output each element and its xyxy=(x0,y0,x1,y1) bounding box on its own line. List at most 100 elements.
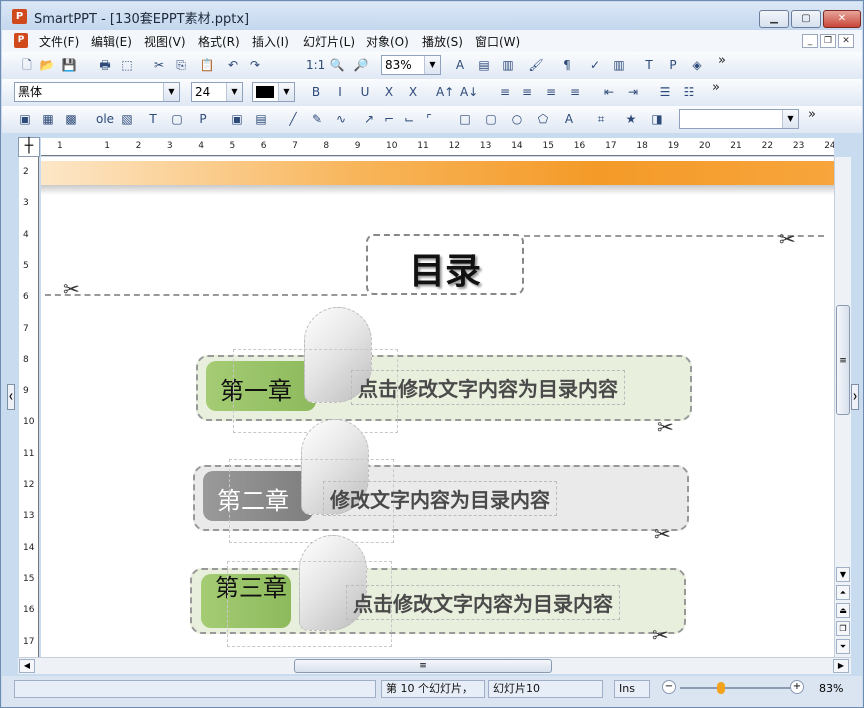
horizontal-ruler[interactable]: 1123456789101112131415161718192021222324… xyxy=(41,138,834,156)
zoom-icon[interactable]: 🔍 xyxy=(328,56,346,74)
first-slide-button[interactable]: ⏶ xyxy=(836,585,850,600)
select-all-icon[interactable]: ▣ xyxy=(228,110,246,128)
align-objects-icon[interactable]: ▤ xyxy=(252,110,270,128)
frame-icon[interactable]: ▣ xyxy=(16,110,34,128)
indent-icon[interactable]: ⇥ xyxy=(624,83,642,101)
line-icon[interactable]: ╱ xyxy=(284,110,302,128)
font-size-combo[interactable]: 24 ▼ xyxy=(191,82,243,102)
picture-icon[interactable]: P xyxy=(664,56,682,74)
document-icon[interactable]: P xyxy=(14,33,28,48)
close-button[interactable]: ✕ xyxy=(823,10,861,28)
ole-icon[interactable]: ole xyxy=(96,110,114,128)
table-icon[interactable]: ▦ xyxy=(39,110,57,128)
zoom-slider[interactable] xyxy=(680,687,792,689)
rectangle-icon[interactable]: □ xyxy=(456,110,474,128)
toolbar-overflow-icon[interactable]: » xyxy=(718,53,726,68)
format-painter-icon[interactable]: 🖌 xyxy=(527,56,545,74)
next-slide-button[interactable]: ⏷ xyxy=(836,639,850,654)
clear-format-icon[interactable]: X xyxy=(404,83,422,101)
scroll-down-button[interactable]: ▼ xyxy=(836,567,850,582)
chevron-down-icon[interactable]: ▼ xyxy=(278,83,294,101)
increase-font-icon[interactable]: A↑ xyxy=(436,83,454,101)
insert-mode-status[interactable]: Ins xyxy=(614,680,650,698)
chart-icon[interactable]: ▥ xyxy=(610,56,628,74)
chevron-down-icon[interactable]: ▼ xyxy=(782,110,798,128)
text-box-icon[interactable]: T xyxy=(640,56,658,74)
italic-icon[interactable]: I xyxy=(331,83,349,101)
previous-slide-button[interactable]: ⏏ xyxy=(836,603,850,618)
strikethrough-icon[interactable]: X xyxy=(380,83,398,101)
slide-restore-button[interactable]: ❐ xyxy=(836,621,850,636)
font-color-picker[interactable]: ▼ xyxy=(252,82,295,102)
slide-title[interactable]: 目录 xyxy=(368,242,522,294)
wordart-icon[interactable]: A xyxy=(560,110,578,128)
slide-layout-icon[interactable]: ▥ xyxy=(499,56,517,74)
slide-canvas[interactable]: ✂ ✂ 目录 第一章 点击修改文字内容为目录内容 ✂ 第二章 修改文字内容为目录… xyxy=(41,157,834,657)
star-icon[interactable]: ★ xyxy=(622,110,640,128)
scroll-left-button[interactable]: ◀ xyxy=(19,659,35,673)
spellcheck-icon[interactable]: ✓ xyxy=(586,56,604,74)
connector2-icon[interactable]: ⌙ xyxy=(400,110,418,128)
menu-file[interactable]: 文件(F) xyxy=(39,33,79,50)
actual-size-icon[interactable]: 1:1 xyxy=(306,56,325,74)
ellipse-icon[interactable]: ○ xyxy=(508,110,526,128)
layers-icon[interactable]: ◈ xyxy=(688,56,706,74)
menu-edit[interactable]: 编辑(E) xyxy=(91,33,132,50)
crop-icon[interactable]: ⌗ xyxy=(592,110,610,128)
justify-icon[interactable]: ≡ xyxy=(566,83,584,101)
toc-text-3[interactable]: 点击修改文字内容为目录内容 xyxy=(346,585,620,620)
paragraph-mark-icon[interactable]: ¶ xyxy=(558,56,576,74)
horizontal-scroll-thumb[interactable]: ≡ xyxy=(294,659,552,673)
pdf-icon[interactable]: ⬚ xyxy=(118,56,136,74)
toc-text-2[interactable]: 修改文字内容为目录内容 xyxy=(323,481,557,516)
copy-icon[interactable]: ⎘ xyxy=(172,56,190,74)
menu-window[interactable]: 窗口(W) xyxy=(475,33,520,50)
minimize-button[interactable]: ▁ xyxy=(759,10,789,28)
toolbar-overflow-icon[interactable]: » xyxy=(712,80,720,95)
chevron-down-icon[interactable]: ▼ xyxy=(163,83,179,101)
bullets-icon[interactable]: ☰ xyxy=(656,83,674,101)
title-frame[interactable]: 目录 xyxy=(366,234,524,295)
horizontal-scrollbar[interactable]: ◀ ≡ ▶ xyxy=(18,657,851,674)
style-combo[interactable]: ▼ xyxy=(679,109,799,129)
open-icon[interactable]: 📂 xyxy=(38,56,56,74)
numbering-icon[interactable]: ☷ xyxy=(680,83,698,101)
menu-view[interactable]: 视图(V) xyxy=(144,33,186,50)
cut-icon[interactable]: ✂ xyxy=(150,56,168,74)
font-name-combo[interactable]: 黑体 ▼ xyxy=(14,82,180,102)
zoom-combo[interactable]: 83% ▼ xyxy=(381,55,441,75)
font-color-icon[interactable]: A xyxy=(451,56,469,74)
arrow-icon[interactable]: ↗ xyxy=(360,110,378,128)
underline-icon[interactable]: U xyxy=(356,83,374,101)
menu-format[interactable]: 格式(R) xyxy=(198,33,240,50)
picture-frame-icon[interactable]: P xyxy=(194,110,212,128)
menu-play[interactable]: 播放(S) xyxy=(422,33,463,50)
undo-icon[interactable]: ↶ xyxy=(224,56,242,74)
scroll-right-button[interactable]: ▶ xyxy=(833,659,849,673)
pen-icon[interactable]: ✎ xyxy=(308,110,326,128)
zoom-slider-thumb[interactable] xyxy=(717,682,725,694)
rounded-rect-icon[interactable]: ▢ xyxy=(482,110,500,128)
find-icon[interactable]: 🔎 xyxy=(352,56,370,74)
chevron-down-icon[interactable]: ▼ xyxy=(226,83,242,101)
image-icon[interactable]: ▩ xyxy=(62,110,80,128)
left-panel-toggle[interactable]: ❮ xyxy=(7,384,15,410)
menu-insert[interactable]: 插入(I) xyxy=(252,33,289,50)
shapes-icon[interactable]: ⬠ xyxy=(534,110,552,128)
tag-icon[interactable]: ◨ xyxy=(648,110,666,128)
align-right-icon[interactable]: ≡ xyxy=(542,83,560,101)
new-icon[interactable]: 🗋 xyxy=(18,56,36,74)
vertical-scroll-thumb[interactable]: ≡ xyxy=(836,305,850,415)
decrease-font-icon[interactable]: A↓ xyxy=(460,83,478,101)
menu-slide[interactable]: 幻灯片(L) xyxy=(303,33,355,50)
text-frame-icon[interactable]: T xyxy=(144,110,162,128)
connector1-icon[interactable]: ⌐ xyxy=(380,110,398,128)
redo-icon[interactable]: ↷ xyxy=(246,56,264,74)
chevron-down-icon[interactable]: ▼ xyxy=(424,56,440,74)
bold-icon[interactable]: B xyxy=(307,83,325,101)
zoom-in-button[interactable]: + xyxy=(790,680,804,694)
ruler-corner[interactable]: ┼ xyxy=(18,137,40,157)
align-center-icon[interactable]: ≡ xyxy=(518,83,536,101)
vertical-scrollbar[interactable]: ≡ ▼ ⏶ ⏏ ❐ ⏷ xyxy=(834,157,851,657)
chart-frame-icon[interactable]: ▧ xyxy=(118,110,136,128)
